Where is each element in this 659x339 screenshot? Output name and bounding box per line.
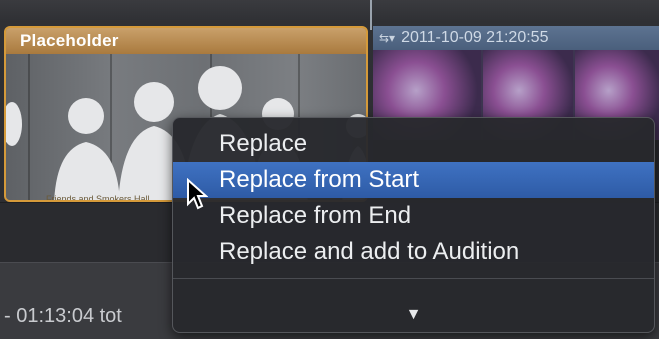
video-clip-header: ⇆▾ 2011-10-09 21:20:55 (373, 26, 659, 50)
mouse-pointer-icon (187, 178, 208, 210)
audition-icon[interactable]: ⇆▾ (379, 31, 395, 45)
video-clip-timestamp: 2011-10-09 21:20:55 (401, 29, 549, 46)
playhead[interactable] (370, 0, 372, 30)
placeholder-clip-title: Placeholder (6, 28, 366, 54)
placeholder-caption: Friends and Smokers Hall (46, 194, 150, 202)
menu-separator (173, 278, 654, 279)
menu-item-replace[interactable]: Replace (173, 126, 654, 162)
menu-item-replace-from-end[interactable]: Replace from End (173, 198, 654, 234)
total-timecode: - 01:13:04 tot (4, 305, 122, 327)
menu-item-replace-and-add-to-audition[interactable]: Replace and add to Audition (173, 234, 654, 270)
replace-context-menu: Replace Replace from Start Replace from … (172, 117, 655, 333)
menu-scroll-down-icon[interactable]: ▼ (173, 306, 654, 324)
menu-item-replace-from-start[interactable]: Replace from Start (173, 162, 654, 198)
